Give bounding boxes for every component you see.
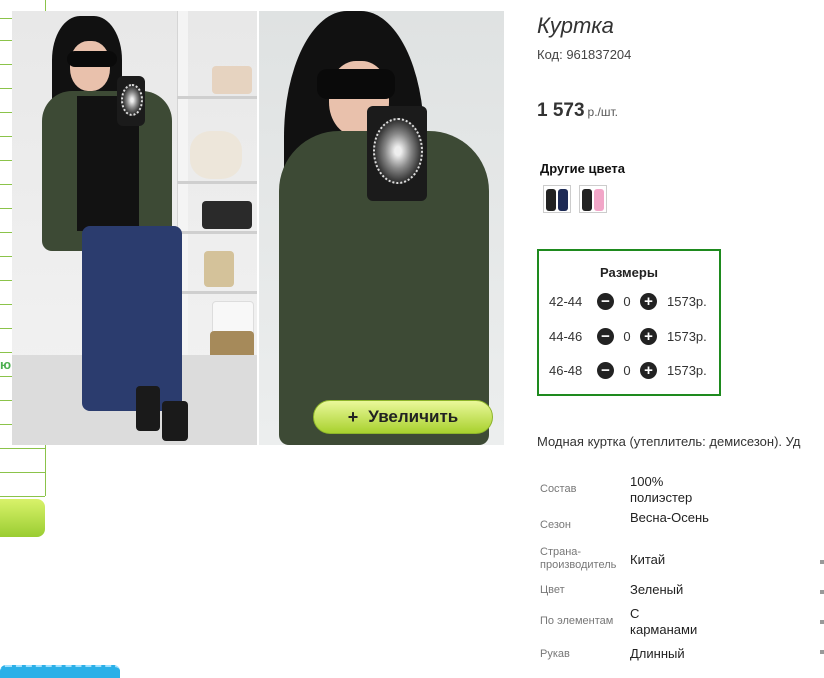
size-label: 46-48: [549, 362, 583, 378]
edge-marker: [820, 560, 824, 564]
bottom-blue-tab[interactable]: [0, 665, 120, 678]
phone: [117, 76, 145, 126]
product-price: 1 573 р./шт.: [537, 100, 618, 122]
edge-marker: [820, 590, 824, 594]
plus-icon[interactable]: +: [640, 292, 657, 310]
product-description: Модная куртка (утеплитель: демисезон). У…: [537, 434, 801, 449]
size-row: 42-44 − 0 + 1573р.: [549, 292, 707, 310]
property-value: Зеленый: [630, 582, 684, 597]
minus-icon[interactable]: −: [597, 327, 614, 345]
minus-icon[interactable]: −: [597, 292, 614, 310]
edge-marker: [820, 650, 824, 654]
size-row: 44-46 − 0 + 1573р.: [549, 327, 707, 345]
boot: [136, 386, 160, 431]
product-photo-left[interactable]: [12, 11, 257, 445]
product-code: Код: 961837204: [537, 47, 632, 62]
price-unit: р./шт.: [587, 105, 619, 119]
size-qty[interactable]: 0: [614, 294, 640, 309]
size-price: 1573р.: [667, 328, 707, 344]
phone: [367, 106, 427, 201]
price-value: 1 573: [537, 100, 585, 121]
color-variant-thumb[interactable]: [543, 185, 571, 213]
plus-icon[interactable]: +: [640, 361, 657, 379]
property-value: 100% полиэстер: [630, 474, 693, 505]
property-value: Длинный: [630, 646, 685, 661]
sidebar-green-text[interactable]: ю: [0, 357, 11, 372]
sidebar-row[interactable]: [0, 448, 45, 449]
property-label: Цвет: [540, 584, 565, 596]
size-row: 46-48 − 0 + 1573р.: [549, 361, 707, 379]
boot: [162, 401, 188, 441]
shelf-board: [177, 96, 257, 99]
minus-icon[interactable]: −: [597, 361, 614, 379]
color-variant-thumb[interactable]: [579, 185, 607, 213]
property-label: Страна-производитель: [540, 546, 617, 571]
other-colors-label: Другие цвета: [540, 161, 625, 176]
shelf-box: [204, 251, 234, 287]
property-label: По элементам: [540, 615, 614, 627]
zoom-label: Увеличить: [368, 407, 459, 426]
product-photo-right[interactable]: [259, 11, 504, 445]
jeans: [82, 226, 182, 411]
size-label: 42-44: [549, 293, 583, 309]
property-label: Рукав: [540, 648, 570, 660]
edge-marker: [820, 620, 824, 624]
sizes-title: Размеры: [600, 265, 658, 280]
shelf-board: [177, 291, 257, 294]
shelf-basket: [212, 66, 252, 94]
property-value: Весна-Осень: [630, 510, 709, 525]
teddy-bear: [190, 131, 242, 179]
sidebar-green-button[interactable]: [0, 499, 45, 537]
property-label: Состав: [540, 483, 577, 495]
sunglasses: [67, 51, 117, 67]
sidebar-row[interactable]: [0, 472, 45, 473]
plus-icon: +: [347, 406, 359, 427]
property-value: С карманами: [630, 606, 698, 637]
product-title: Куртка: [537, 13, 614, 38]
shelf-bag: [202, 201, 252, 229]
property-value: Китай: [630, 552, 666, 567]
size-price: 1573р.: [667, 293, 707, 309]
size-qty[interactable]: 0: [614, 329, 640, 344]
shelf-board: [177, 181, 257, 184]
size-label: 44-46: [549, 328, 583, 344]
size-qty[interactable]: 0: [614, 363, 640, 378]
shelf-board: [177, 231, 257, 234]
zoom-button[interactable]: + Увеличить: [313, 400, 493, 434]
property-label: Сезон: [540, 519, 571, 531]
sidebar-row[interactable]: [0, 496, 45, 497]
sizes-box: Размеры 42-44 − 0 + 1573р. 44-46 − 0 + 1…: [537, 249, 721, 396]
sunglasses: [317, 69, 395, 99]
size-price: 1573р.: [667, 362, 707, 378]
plus-icon[interactable]: +: [640, 327, 657, 345]
